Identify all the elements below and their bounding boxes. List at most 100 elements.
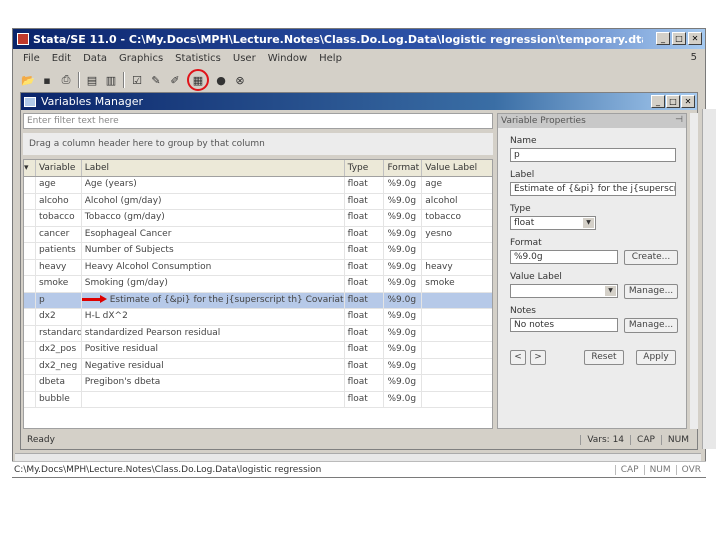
create-button[interactable]: Create...: [624, 250, 678, 265]
table-row[interactable]: cancer Esophageal Cancer float %9.0g yesno: [24, 226, 492, 243]
cell-label: [82, 391, 345, 407]
viewer-icon[interactable]: ✎: [149, 73, 163, 87]
value-label-select[interactable]: ▼: [510, 284, 618, 298]
notes-field[interactable]: No notes: [510, 318, 618, 332]
cell-variable: age: [36, 177, 82, 193]
group-by-area[interactable]: Drag a column header here to group by th…: [23, 133, 493, 155]
path-cap: CAP: [614, 464, 644, 475]
clear-more-icon[interactable]: ●: [214, 73, 228, 87]
toolbar-divider: [78, 72, 80, 88]
variables-manager-window: Variables Manager _ □ ✕ Enter filter tex…: [20, 92, 698, 450]
format-field[interactable]: %9.0g: [510, 250, 618, 264]
row-selector: [24, 243, 36, 259]
menu-file[interactable]: File: [23, 53, 40, 64]
table-row[interactable]: dx2_neg Negative residual float %9.0g: [24, 358, 492, 375]
value-label-label: Value Label: [510, 272, 562, 282]
table-row[interactable]: bubble float %9.0g: [24, 391, 492, 408]
column-header-format[interactable]: Format: [384, 160, 423, 176]
table-row[interactable]: dx2_pos Positive residual float %9.0g: [24, 342, 492, 359]
apply-button[interactable]: Apply: [636, 350, 676, 365]
name-field[interactable]: p: [510, 148, 676, 162]
row-selector: [24, 226, 36, 242]
menu-user[interactable]: User: [233, 53, 256, 64]
manage-button[interactable]: Manage...: [624, 284, 678, 299]
menu-window[interactable]: Window: [268, 53, 307, 64]
log-icon[interactable]: ▤: [85, 73, 99, 87]
close-button[interactable]: ✕: [688, 32, 702, 45]
sort-indicator-icon[interactable]: ▾: [24, 160, 36, 176]
table-row[interactable]: p Estimate of {&pi} for the j{superscript…: [24, 292, 492, 309]
cell-variable: dx2_pos: [36, 342, 82, 358]
menu-data[interactable]: Data: [83, 53, 107, 64]
vm-minimize-button[interactable]: _: [651, 95, 665, 108]
label-field[interactable]: Estimate of {&pi} for the j{superscript …: [510, 182, 676, 196]
main-vertical-scrollbar[interactable]: [702, 109, 716, 449]
column-header-value-label[interactable]: Value Label: [422, 160, 492, 176]
row-selector: [24, 210, 36, 226]
vm-close-button[interactable]: ✕: [681, 95, 695, 108]
cell-variable: heavy: [36, 259, 82, 275]
menu-statistics[interactable]: Statistics: [175, 53, 221, 64]
cell-type: float: [345, 243, 385, 259]
menu-graphics[interactable]: Graphics: [119, 53, 163, 64]
print-icon[interactable]: ⎙: [59, 73, 73, 87]
maximize-button[interactable]: □: [672, 32, 686, 45]
variables-manager-icon[interactable]: ▦: [187, 69, 209, 91]
cell-value-label: [422, 342, 492, 358]
data-editor-icon[interactable]: ✐: [168, 73, 182, 87]
window-title: Stata/SE 11.0 - C:\My.Docs\MPH\Lecture.N…: [33, 32, 643, 46]
cell-variable: smoke: [36, 276, 82, 292]
path-num: NUM: [643, 464, 676, 475]
status-cap: CAP: [630, 435, 661, 445]
menu-help[interactable]: Help: [319, 53, 342, 64]
type-label: Type: [510, 204, 531, 214]
row-selector: [24, 276, 36, 292]
status-num: NUM: [660, 435, 695, 445]
table-row[interactable]: smoke Smoking (gm/day) float %9.0g smoke: [24, 276, 492, 293]
menu-bar: File Edit Data Graphics Statistics User …: [13, 49, 705, 67]
type-select[interactable]: float ▼: [510, 216, 596, 230]
format-label: Format: [510, 238, 542, 248]
pin-icon[interactable]: ⊣: [675, 115, 683, 125]
open-icon[interactable]: 📂: [21, 73, 35, 87]
column-header-type[interactable]: Type: [345, 160, 385, 176]
table-row[interactable]: alcoho Alcohol (gm/day) float %9.0g alcohol: [24, 193, 492, 210]
cell-variable: patients: [36, 243, 82, 259]
cell-variable: alcoho: [36, 193, 82, 209]
table-row[interactable]: patients Number of Subjects float %9.0g: [24, 243, 492, 260]
column-header-variable[interactable]: Variable: [36, 160, 82, 176]
next-variable-button[interactable]: >: [530, 350, 546, 365]
vm-maximize-button[interactable]: □: [666, 95, 680, 108]
chevron-down-icon: ▼: [605, 286, 616, 296]
table-row[interactable]: dbeta Pregibon's dbeta float %9.0g: [24, 375, 492, 392]
menu-edit[interactable]: Edit: [52, 53, 71, 64]
cell-type: float: [345, 210, 385, 226]
table-row[interactable]: heavy Heavy Alcohol Consumption float %9.0g…: [24, 259, 492, 276]
table-row[interactable]: tobacco Tobacco (gm/day) float %9.0g tobacco: [24, 210, 492, 227]
cell-label: Alcohol (gm/day): [82, 193, 345, 209]
notes-manage-button[interactable]: Manage...: [624, 318, 678, 333]
row-selector: [24, 342, 36, 358]
cell-format: %9.0g: [384, 292, 423, 308]
row-selector: [24, 325, 36, 341]
vm-scrollbar[interactable]: [690, 113, 698, 429]
minimize-button[interactable]: _: [656, 32, 670, 45]
cell-variable: tobacco: [36, 210, 82, 226]
save-icon[interactable]: ▪: [40, 73, 54, 87]
status-vars: Vars: 14: [580, 435, 630, 445]
reset-button[interactable]: Reset: [584, 350, 624, 365]
cell-value-label: [422, 392, 492, 408]
table-row[interactable]: dx2 H-L dX^2 float %9.0g: [24, 309, 492, 326]
row-selector: [24, 375, 36, 391]
previous-variable-button[interactable]: <: [510, 350, 526, 365]
table-row[interactable]: age Age (years) float %9.0g age: [24, 177, 492, 194]
cell-type: float: [345, 177, 385, 193]
column-header-label[interactable]: Label: [82, 160, 345, 176]
dofile-icon[interactable]: ☑: [130, 73, 144, 87]
filter-input[interactable]: Enter filter text here: [23, 113, 493, 129]
break-icon[interactable]: ⊗: [233, 73, 247, 87]
graph-icon[interactable]: ▥: [104, 73, 118, 87]
table-row[interactable]: rstandard standardized Pearson residual fl…: [24, 325, 492, 342]
cell-format: %9.0g: [384, 358, 423, 374]
chevron-down-icon: ▼: [583, 218, 594, 228]
